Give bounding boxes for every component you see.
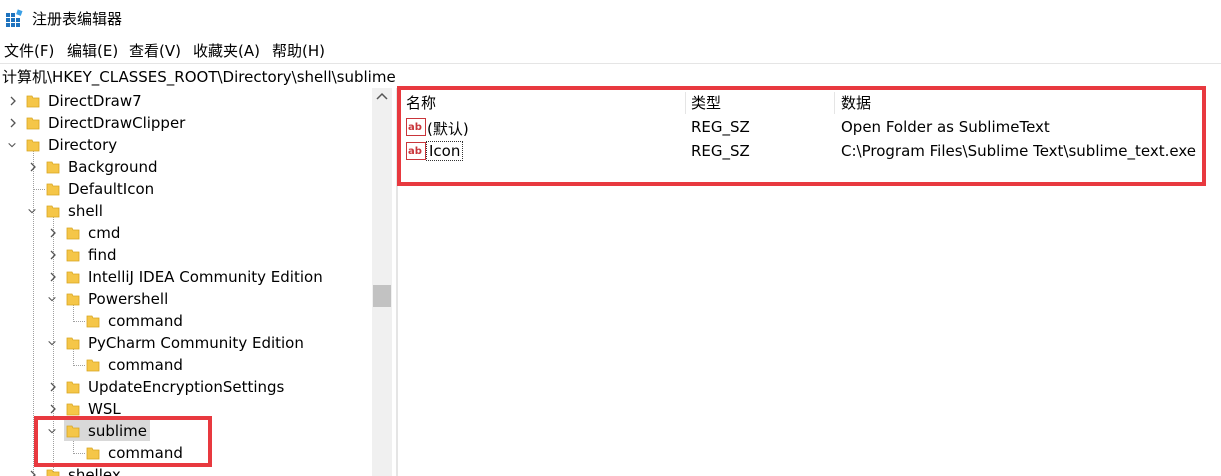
chevron-right-icon[interactable] — [8, 117, 18, 129]
tree-item-cmd[interactable]: cmd — [0, 222, 370, 244]
tree-item-shell[interactable]: shell — [0, 200, 370, 222]
address-path[interactable]: 计算机\HKEY_CLASSES_ROOT\Directory\shell\su… — [2, 66, 396, 87]
scroll-thumb[interactable] — [373, 285, 391, 307]
folder-icon — [66, 227, 80, 240]
chevron-right-icon[interactable] — [48, 403, 58, 415]
tree-item-powershell[interactable]: Powershell — [0, 288, 370, 310]
scroll-up-arrow-icon[interactable] — [376, 92, 388, 100]
tree-item-pycharm-command[interactable]: command — [0, 354, 370, 376]
tree-item-powershell-command[interactable]: command — [0, 310, 370, 332]
tree-item-label: Directory — [48, 136, 118, 154]
tree-item-label: PyCharm Community Edition — [88, 334, 304, 352]
menu-file[interactable]: 文件(F) — [4, 40, 54, 61]
chevron-right-icon[interactable] — [8, 95, 18, 107]
highlight-box-sublime — [34, 416, 212, 467]
tree-item-label: DirectDraw7 — [48, 92, 142, 110]
menu-favorites[interactable]: 收藏夹(A) — [193, 40, 260, 61]
title-bar: 注册表编辑器 — [0, 0, 1221, 36]
chevron-down-icon[interactable] — [47, 293, 57, 305]
folder-icon — [66, 249, 80, 262]
tree-item-pycharm[interactable]: PyCharm Community Edition — [0, 332, 370, 354]
tree-item-intellij[interactable]: IntelliJ IDEA Community Edition — [0, 266, 370, 288]
tree-item-label: UpdateEncryptionSettings — [88, 378, 285, 396]
folder-icon — [26, 95, 40, 108]
tree-item-background[interactable]: Background — [0, 156, 370, 178]
folder-icon — [46, 183, 60, 196]
tree-item-updateencryptionsettings[interactable]: UpdateEncryptionSettings — [0, 376, 370, 398]
tree-item-directory[interactable]: Directory — [0, 134, 370, 156]
menu-bar: 文件(F) 编辑(E) 查看(V) 收藏夹(A) 帮助(H) — [0, 38, 1221, 60]
tree-item-defaulticon[interactable]: DefaultIcon — [0, 178, 370, 200]
tree-item-label: cmd — [88, 224, 121, 242]
chevron-right-icon[interactable] — [48, 249, 58, 261]
tree-item-label: Background — [68, 158, 158, 176]
folder-icon — [86, 359, 100, 372]
tree-item-label: command — [108, 312, 183, 330]
chevron-right-icon[interactable] — [48, 381, 58, 393]
chevron-down-icon[interactable] — [27, 205, 37, 217]
chevron-right-icon[interactable] — [48, 227, 58, 239]
key-tree: DirectDraw7 DirectDrawClipper Directory … — [0, 88, 392, 476]
folder-icon — [66, 403, 80, 416]
tree-item-directdrawclipper[interactable]: DirectDrawClipper — [0, 112, 370, 134]
highlight-box-values — [397, 86, 1206, 186]
tree-item-label: DefaultIcon — [68, 180, 155, 198]
menu-help[interactable]: 帮助(H) — [272, 40, 325, 61]
folder-icon — [66, 381, 80, 394]
folder-open-icon — [26, 139, 40, 152]
menu-view[interactable]: 查看(V) — [129, 40, 181, 61]
tree-item-label: IntelliJ IDEA Community Edition — [88, 268, 323, 286]
tree-item-directdraw7[interactable]: DirectDraw7 — [0, 90, 370, 112]
folder-icon — [86, 315, 100, 328]
window-title: 注册表编辑器 — [32, 10, 123, 28]
chevron-right-icon[interactable] — [28, 469, 38, 476]
folder-icon — [26, 117, 40, 130]
tree-item-label: DirectDrawClipper — [48, 114, 186, 132]
chevron-down-icon[interactable] — [47, 337, 57, 349]
registry-editor-icon — [6, 9, 23, 27]
tree-item-label: shell — [68, 202, 103, 220]
folder-icon — [46, 469, 60, 476]
folder-icon — [46, 161, 60, 174]
tree-scrollbar[interactable] — [372, 88, 392, 476]
folder-open-icon — [46, 205, 60, 218]
chevron-down-icon[interactable] — [7, 139, 17, 151]
folder-open-icon — [66, 293, 80, 306]
chevron-right-icon[interactable] — [28, 161, 38, 173]
tree-item-label: command — [108, 356, 183, 374]
tree-item-find[interactable]: find — [0, 244, 370, 266]
tree-item-label: find — [88, 246, 117, 264]
menu-edit[interactable]: 编辑(E) — [67, 40, 118, 61]
chevron-right-icon[interactable] — [48, 271, 58, 283]
address-bar[interactable]: 计算机\HKEY_CLASSES_ROOT\Directory\shell\su… — [0, 63, 1221, 86]
tree-item-label: Powershell — [88, 290, 169, 308]
folder-open-icon — [66, 337, 80, 350]
folder-icon — [66, 271, 80, 284]
